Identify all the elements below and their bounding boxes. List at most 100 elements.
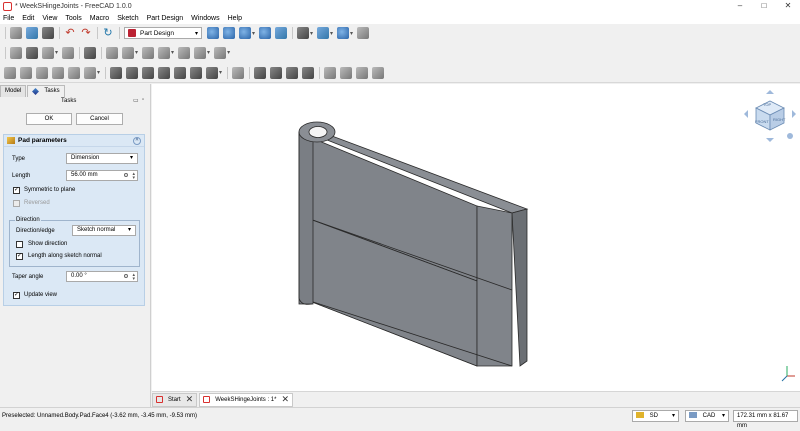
chevron-down-icon[interactable]: ▾ bbox=[227, 49, 230, 56]
isometric-view-icon[interactable] bbox=[297, 27, 310, 39]
pipe-icon[interactable] bbox=[52, 66, 64, 79]
link-icon[interactable] bbox=[42, 46, 54, 59]
measure-icon[interactable] bbox=[275, 27, 288, 39]
symmetric-checkbox[interactable]: ✓ bbox=[13, 187, 20, 194]
hole-icon[interactable] bbox=[126, 66, 139, 79]
fit-selection-icon[interactable] bbox=[223, 27, 235, 39]
length-along-normal-checkbox[interactable]: ✓ bbox=[16, 253, 23, 260]
fit-all-icon[interactable] bbox=[207, 27, 219, 39]
groove-icon[interactable] bbox=[142, 66, 155, 79]
group-folder-icon[interactable] bbox=[26, 46, 38, 59]
reversed-checkbox[interactable] bbox=[13, 200, 20, 207]
ok-button[interactable]: OK bbox=[26, 113, 72, 125]
create-body-icon[interactable] bbox=[106, 46, 119, 59]
new-document-icon[interactable] bbox=[10, 27, 22, 39]
revolution-icon[interactable] bbox=[20, 66, 32, 79]
polar-pattern-icon[interactable] bbox=[356, 66, 369, 79]
chevron-down-icon[interactable]: ▾ bbox=[171, 49, 174, 56]
menu-part-design[interactable]: Part Design bbox=[147, 15, 184, 22]
measure-distance-icon[interactable] bbox=[357, 27, 370, 39]
save-document-icon[interactable] bbox=[42, 27, 54, 39]
chevron-down-icon[interactable]: ▾ bbox=[330, 30, 333, 37]
menu-macro[interactable]: Macro bbox=[90, 15, 109, 22]
subtractive-primitive-icon[interactable] bbox=[206, 66, 219, 79]
chevron-down-icon[interactable]: ▾ bbox=[310, 30, 313, 37]
leaf-front-right[interactable] bbox=[476, 205, 513, 367]
chevron-down-icon[interactable]: ▾ bbox=[219, 69, 222, 76]
subtractive-pipe-icon[interactable] bbox=[174, 66, 187, 79]
leaf-side-face[interactable] bbox=[511, 208, 528, 367]
menu-help[interactable]: Help bbox=[228, 15, 242, 22]
refresh-icon[interactable]: ↻ bbox=[102, 27, 114, 39]
menu-windows[interactable]: Windows bbox=[191, 15, 219, 22]
linear-pattern-icon[interactable] bbox=[340, 66, 353, 79]
model-canvas[interactable] bbox=[152, 84, 800, 391]
show-direction-checkbox[interactable] bbox=[16, 241, 23, 248]
zoom-icon[interactable] bbox=[337, 27, 350, 39]
spinbox-arrows-icon[interactable]: ▴ ▾ bbox=[132, 273, 135, 282]
chevron-down-icon[interactable]: ▾ bbox=[252, 30, 255, 37]
knuckle-cylinder[interactable] bbox=[298, 131, 314, 305]
pad-icon[interactable] bbox=[4, 66, 16, 79]
spinbox-arrows-icon[interactable]: ▴ ▾ bbox=[132, 172, 135, 181]
menu-file[interactable]: File bbox=[3, 15, 14, 22]
multi-transform-icon[interactable] bbox=[372, 66, 385, 79]
datum-point-icon[interactable] bbox=[142, 46, 155, 59]
clone-icon[interactable] bbox=[194, 46, 207, 59]
fillet-icon[interactable] bbox=[254, 66, 267, 79]
redo-icon[interactable]: ↷ bbox=[80, 27, 92, 39]
subtractive-loft-icon[interactable] bbox=[158, 66, 171, 79]
3d-viewport[interactable]: TOP FRONT RIGHT bbox=[152, 84, 800, 391]
restore-panel-icon[interactable]: ▭ bbox=[133, 97, 139, 104]
variable-set-icon[interactable] bbox=[62, 46, 75, 59]
front-view-icon[interactable] bbox=[317, 27, 330, 39]
helix-icon[interactable] bbox=[68, 66, 80, 79]
minimize-button[interactable]: – bbox=[728, 0, 752, 12]
tab-document[interactable]: WeekSHingeJoints : 1* ✕ bbox=[199, 392, 294, 407]
whats-this-icon[interactable] bbox=[84, 46, 97, 59]
menu-sketch[interactable]: Sketch bbox=[117, 15, 138, 22]
part-container-icon[interactable] bbox=[10, 46, 22, 59]
expression-icon[interactable] bbox=[124, 173, 128, 177]
direction-edge-select[interactable]: Sketch normal ▾ bbox=[72, 225, 136, 236]
chevron-down-icon[interactable]: ▾ bbox=[135, 49, 138, 56]
tab-start[interactable]: Start ✕ bbox=[152, 392, 198, 407]
boolean-icon[interactable] bbox=[232, 66, 245, 79]
taper-angle-input[interactable]: 0.00 ° ▴ ▾ bbox=[66, 271, 138, 282]
chamfer-icon[interactable] bbox=[270, 66, 283, 79]
close-panel-icon[interactable]: ▫ bbox=[142, 97, 144, 103]
navcube-right-label[interactable]: RIGHT bbox=[773, 117, 785, 122]
unit-system-select[interactable]: CAD ▾ bbox=[685, 410, 729, 422]
create-sketch-icon[interactable] bbox=[122, 46, 135, 59]
cancel-button[interactable]: Cancel bbox=[76, 113, 123, 125]
draw-style-icon[interactable] bbox=[239, 27, 251, 39]
tab-tasks[interactable]: Tasks bbox=[27, 85, 65, 97]
datum-plane-icon[interactable] bbox=[214, 46, 227, 59]
workbench-selector[interactable]: Part Design ▾ bbox=[124, 27, 202, 39]
open-document-icon[interactable] bbox=[26, 27, 38, 39]
close-button[interactable]: ✕ bbox=[776, 0, 800, 12]
navigation-cube[interactable]: TOP FRONT RIGHT bbox=[742, 88, 798, 144]
maximize-button[interactable]: □ bbox=[752, 0, 776, 12]
bounding-box-icon[interactable] bbox=[259, 27, 272, 39]
length-input[interactable]: 56.00 mm ▴ ▾ bbox=[66, 170, 138, 181]
expression-icon[interactable] bbox=[124, 274, 128, 278]
type-select[interactable]: Dimension ▾ bbox=[66, 153, 138, 164]
undo-icon[interactable]: ↶ bbox=[64, 27, 76, 39]
collapse-icon[interactable]: ^ bbox=[133, 136, 141, 145]
tab-model[interactable]: Model bbox=[0, 85, 27, 97]
thickness-icon[interactable] bbox=[302, 66, 315, 79]
navcube-top-label[interactable]: TOP bbox=[763, 102, 771, 107]
navigation-style-select[interactable]: SD ▾ bbox=[632, 410, 679, 422]
update-view-checkbox[interactable]: ✓ bbox=[13, 292, 20, 299]
subtractive-helix-icon[interactable] bbox=[190, 66, 203, 79]
chevron-down-icon[interactable]: ▾ bbox=[97, 69, 100, 76]
close-tab-icon[interactable]: ✕ bbox=[281, 394, 289, 405]
mirrored-icon[interactable] bbox=[324, 66, 337, 79]
chevron-down-icon[interactable]: ▾ bbox=[55, 49, 58, 56]
close-tab-icon[interactable]: ✕ bbox=[186, 394, 194, 405]
menu-edit[interactable]: Edit bbox=[22, 15, 34, 22]
datum-line-icon[interactable] bbox=[158, 46, 171, 59]
menu-tools[interactable]: Tools bbox=[65, 15, 81, 22]
chevron-down-icon[interactable]: ▾ bbox=[350, 30, 353, 37]
